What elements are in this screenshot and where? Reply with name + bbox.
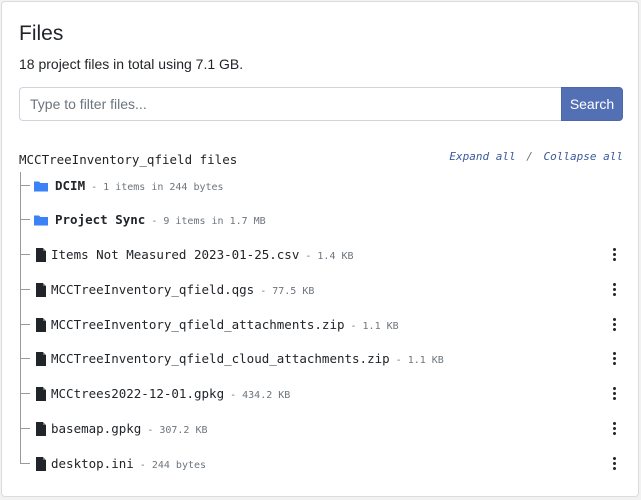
files-summary: 18 project files in total using 7.1 GB.: [19, 56, 244, 72]
tree-item-folder[interactable]: DCIM - 1 items in 244 bytes: [20, 169, 624, 203]
tree-item-file[interactable]: Items Not Measured 2023-01-25.csv - 1.4 K…: [20, 238, 624, 272]
tree-branch: [20, 441, 30, 464]
tree-branch: [20, 428, 30, 429]
file-icon: [36, 318, 46, 332]
file-icon: [36, 248, 46, 262]
file-icon: [36, 352, 46, 366]
filter-input[interactable]: [19, 87, 561, 121]
item-meta: - 1 items in 244 bytes: [91, 182, 224, 193]
search-bar: Search: [19, 87, 623, 121]
search-button[interactable]: Search: [561, 87, 623, 121]
tree-item-folder[interactable]: Project Sync - 9 items in 1.7 MB: [20, 203, 624, 237]
item-meta: - 244 bytes: [139, 460, 207, 471]
file-icon: [36, 422, 46, 436]
tree-item-file[interactable]: MCCTreeInventory_qfield_cloud_attachment…: [20, 342, 624, 376]
expand-all-link[interactable]: Expand all: [449, 150, 515, 163]
file-icon: [36, 283, 46, 297]
folder-name: Project Sync - 9 items in 1.7 MB: [55, 212, 266, 227]
item-meta: - 434.2 KB: [230, 390, 291, 401]
folder-name: DCIM - 1 items in 244 bytes: [55, 178, 224, 193]
more-options-icon[interactable]: [610, 420, 618, 438]
file-name: MCCtrees2022-12-01.gpkg - 434.2 KB: [51, 386, 291, 401]
folder-icon: [34, 215, 48, 226]
tree-branch: [20, 289, 30, 290]
item-meta: - 307.2 KB: [147, 425, 208, 436]
more-options-icon[interactable]: [610, 385, 618, 403]
tree-branch: [20, 393, 30, 394]
file-icon: [36, 387, 46, 401]
tree-item-file[interactable]: MCCtrees2022-12-01.gpkg - 434.2 KB: [20, 377, 624, 411]
tree-branch: [20, 185, 30, 186]
files-card: Files 18 project files in total using 7.…: [1, 1, 639, 497]
actions-separator: /: [526, 150, 533, 163]
tree-item-file[interactable]: MCCTreeInventory_qfield_attachments.zip -…: [20, 308, 624, 342]
file-name: basemap.gpkg - 307.2 KB: [51, 421, 208, 436]
item-meta: - 1.1 KB: [350, 321, 399, 332]
file-name: desktop.ini - 244 bytes: [51, 456, 207, 471]
item-meta: - 77.5 KB: [260, 286, 315, 297]
file-name: Items Not Measured 2023-01-25.csv - 1.4 K…: [51, 247, 354, 262]
more-options-icon[interactable]: [610, 316, 618, 334]
tree-branch: [20, 324, 30, 325]
more-options-icon[interactable]: [610, 350, 618, 368]
file-name: MCCTreeInventory_qfield_attachments.zip -…: [51, 317, 399, 332]
more-options-icon[interactable]: [610, 455, 618, 473]
tree-item-file[interactable]: desktop.ini - 244 bytes: [20, 441, 624, 481]
tree-item-file[interactable]: basemap.gpkg - 307.2 KB: [20, 412, 624, 446]
tree-actions: Expand all / Collapse all: [449, 150, 623, 163]
tree-branch: [20, 254, 30, 255]
collapse-all-link[interactable]: Collapse all: [544, 150, 623, 163]
item-meta: - 9 items in 1.7 MB: [151, 216, 266, 227]
tree-branch: [20, 358, 30, 359]
tree-header: MCCTreeInventory_qfield files Expand all…: [19, 150, 623, 168]
tree-title: MCCTreeInventory_qfield files: [19, 152, 238, 167]
file-icon: [36, 457, 46, 471]
page-title: Files: [19, 22, 64, 45]
item-meta: - 1.1 KB: [395, 355, 444, 366]
more-options-icon[interactable]: [610, 281, 618, 299]
folder-icon: [34, 181, 48, 192]
item-meta: - 1.4 KB: [305, 251, 354, 262]
file-name: MCCTreeInventory_qfield_cloud_attachment…: [51, 351, 444, 366]
file-name: MCCTreeInventory_qfield.qgs - 77.5 KB: [51, 282, 315, 297]
tree-branch: [20, 219, 30, 220]
more-options-icon[interactable]: [610, 246, 618, 264]
tree-item-file[interactable]: MCCTreeInventory_qfield.qgs - 77.5 KB: [20, 273, 624, 307]
